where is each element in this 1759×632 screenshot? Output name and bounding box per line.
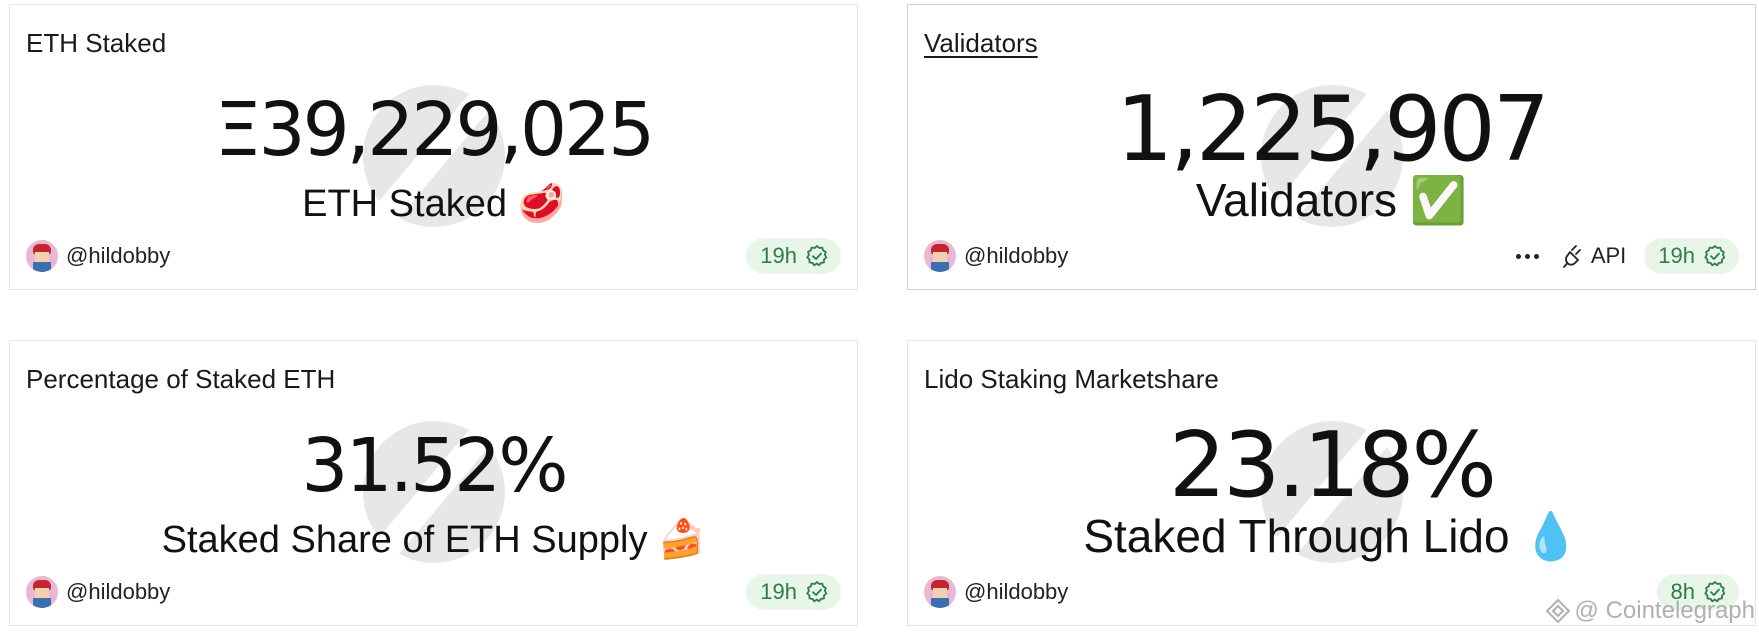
counter-subtitle: ETH Staked 🥩 (302, 183, 565, 225)
watermark-label: @ Cointelegraph (1574, 597, 1755, 624)
cointelegraph-watermark: @ Cointelegraph (1545, 597, 1755, 625)
plug-icon (1562, 245, 1581, 268)
api-label: API (1590, 243, 1627, 268)
author-link[interactable]: @hildobby (924, 240, 1068, 272)
check-badge-icon (1704, 245, 1726, 267)
counter-value: 1,225,907 (1115, 77, 1550, 182)
author-link[interactable]: @hildobby (26, 576, 170, 608)
api-button[interactable]: API (1561, 243, 1626, 269)
counter-subtitle: Validators ✅ (1195, 174, 1468, 226)
counter-card-eth-staked: ETH Staked Ξ39,229,025 ETH Staked 🥩 @hil… (9, 4, 858, 290)
author-name: @hildobby (964, 243, 1069, 268)
freshness-badge[interactable]: 19h (746, 238, 841, 274)
cointelegraph-icon (1545, 598, 1570, 624)
author-link[interactable]: @hildobby (924, 576, 1068, 608)
counter-value: Ξ39,229,025 (214, 87, 655, 173)
author-name: @hildobby (66, 579, 171, 604)
avatar (924, 576, 956, 608)
counter-card-staked-percentage: Percentage of Staked ETH 31.52% Staked S… (9, 340, 858, 626)
counter-subtitle: Staked Through Lido 💧 (1083, 510, 1580, 562)
freshness-label: 19h (1658, 243, 1695, 268)
freshness-label: 19h (760, 579, 797, 604)
card-title: ETH Staked (26, 28, 167, 58)
counter-subtitle: Staked Share of ETH Supply 🍰 (161, 519, 706, 561)
author-name: @hildobby (66, 243, 171, 268)
more-options-button[interactable] (1512, 253, 1543, 259)
counter-value: 31.52% (301, 423, 568, 509)
more-dots-icon (1515, 253, 1539, 259)
counter-card-validators: Validators 1,225,907 Validators ✅ @hildo… (907, 4, 1756, 290)
check-badge-icon (806, 245, 828, 267)
card-title: Lido Staking Marketshare (924, 364, 1219, 394)
avatar (26, 576, 58, 608)
freshness-badge[interactable]: 19h (1644, 238, 1739, 274)
freshness-label: 19h (760, 243, 797, 268)
card-title: Percentage of Staked ETH (26, 364, 336, 394)
freshness-badge[interactable]: 19h (746, 574, 841, 610)
card-title-link[interactable]: Validators (924, 28, 1038, 59)
author-name: @hildobby (964, 579, 1069, 604)
avatar (924, 240, 956, 272)
check-badge-icon (806, 581, 828, 603)
counter-value: 23.18% (1168, 413, 1497, 518)
counter-card-lido-marketshare: Lido Staking Marketshare 23.18% Staked T… (907, 340, 1756, 626)
avatar (26, 240, 58, 272)
author-link[interactable]: @hildobby (26, 240, 170, 272)
